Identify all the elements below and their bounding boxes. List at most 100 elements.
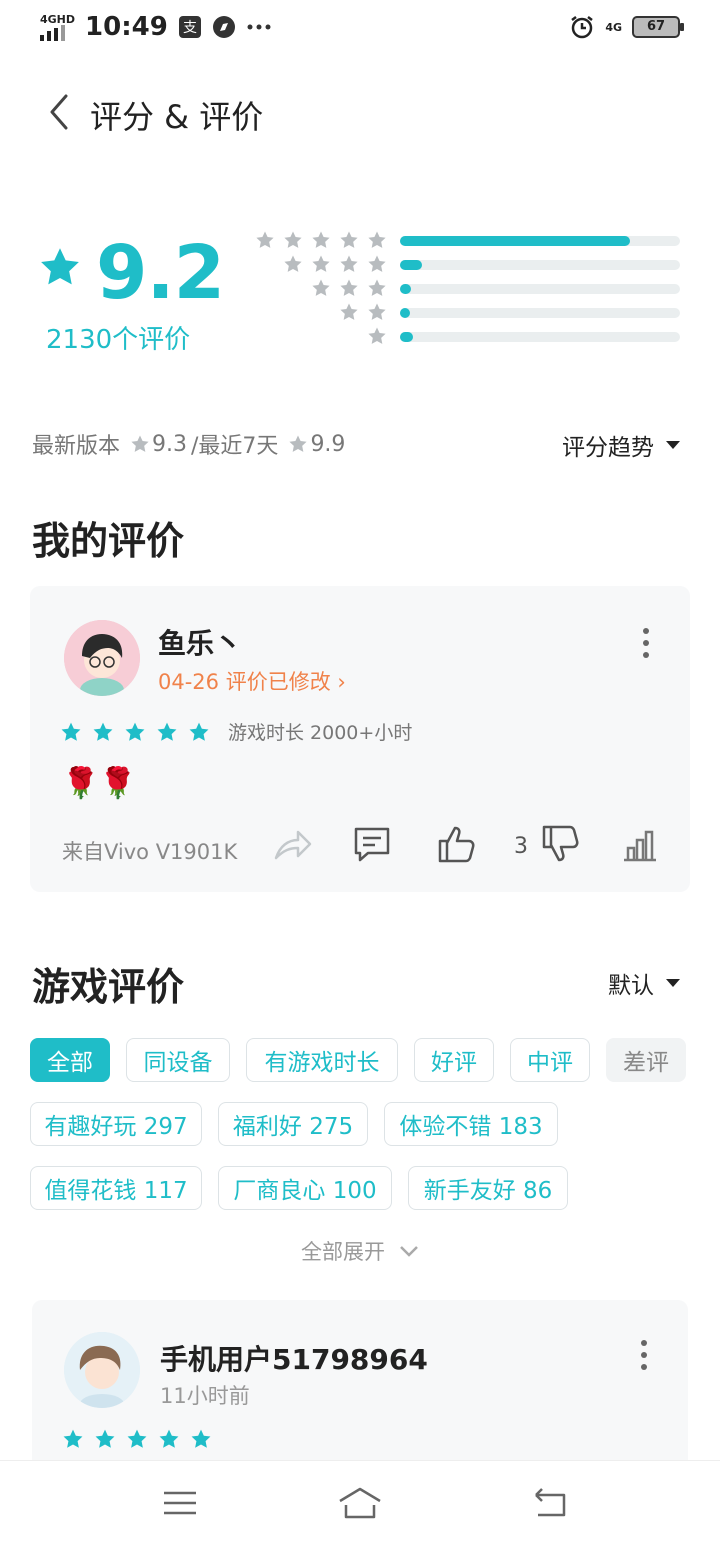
my-review-title: 我的评价 [32,519,185,563]
network-4g: 4G [605,20,622,34]
filter-tag[interactable]: 差评 [606,1038,686,1082]
thumbs-down-icon[interactable] [540,824,580,864]
star-icon [338,254,360,274]
distribution-row-1-star [250,324,680,348]
review-date-status-text: 04-26 评价已修改 [158,670,331,694]
caret-down-icon [666,441,680,449]
latest-version-label: 最新版本 [32,434,121,459]
top-bar: 评分 & 评价 [0,80,720,144]
star-icon [254,230,276,250]
avatar[interactable] [64,1332,140,1408]
caret-down-icon [666,979,680,987]
distribution-bar-track [400,236,680,246]
star-icon [366,302,388,322]
star-icon [366,254,388,274]
filter-tag[interactable]: 厂商良心 100 [218,1166,392,1210]
username[interactable]: 鱼乐丶 [158,622,242,662]
distribution-bar-track [400,260,680,270]
score-value: 9.2 [96,230,225,316]
star-icon [288,434,308,454]
star-icon [158,1428,180,1450]
signal-icon: 4GHD [40,14,75,41]
filter-tag[interactable]: 体验不错 183 [384,1102,558,1146]
distribution-bar-track [400,284,680,294]
comment-icon[interactable] [352,824,392,864]
share-icon[interactable] [272,824,312,864]
chart-icon[interactable] [620,824,660,864]
expand-all-button[interactable]: 全部展开 [0,1236,720,1266]
svg-text:支: 支 [183,20,197,36]
distribution-stars [282,254,388,274]
distribution-stars [338,302,388,322]
review-date-status[interactable]: 04-26 评价已修改 › [158,666,346,696]
menu-icon[interactable] [160,1483,200,1523]
filter-tag[interactable]: 全部 [30,1038,110,1082]
star-icon [94,1428,116,1450]
network-type: 4GHD [40,12,76,26]
star-icon [62,1428,84,1450]
star-icon [310,254,332,274]
trend-label: 评分趋势 [562,435,654,461]
clock: 10:49 [85,12,168,42]
play-time: 游戏时长 2000+小时 [228,722,413,744]
star-icon [188,721,210,743]
avatar[interactable] [64,620,140,696]
distribution-row-4-star [250,252,680,276]
my-review-card: 鱼乐丶 04-26 评价已修改 › 游戏时长 2000+小时 🌹🌹 来自Vivo… [30,586,690,892]
filter-tag[interactable]: 新手友好 86 [408,1166,568,1210]
review-content: 🌹🌹 [62,766,137,801]
more-dots-icon [247,24,271,30]
filter-tag[interactable]: 好评 [414,1038,494,1082]
distribution-bar-fill [400,260,423,270]
filter-tag[interactable]: 有游戏时长 [246,1038,398,1082]
battery-level: 67 [646,19,666,34]
distribution-stars [310,278,388,298]
status-bar: 4GHD 10:49 支 4G 67 [0,0,720,56]
my-review-stars: 游戏时长 2000+小时 [60,718,412,745]
username[interactable]: 手机用户51798964 [160,1338,428,1378]
compass-icon [212,16,235,38]
filter-tag[interactable]: 值得花钱 117 [30,1166,202,1210]
star-icon [156,721,178,743]
star-icon [366,278,388,298]
star-icon [338,302,360,322]
more-options-icon[interactable] [638,1340,650,1370]
star-icon [190,1428,212,1450]
star-icon [130,434,150,454]
star-icon [338,278,360,298]
star-icon [92,721,114,743]
distribution-row-2-star [250,300,680,324]
filter-tag[interactable]: 福利好 275 [218,1102,368,1146]
home-icon[interactable] [336,1483,384,1523]
sort-dropdown[interactable]: 默认 [608,966,680,1000]
back-nav-icon[interactable] [528,1483,568,1523]
star-icon [338,230,360,250]
star-icon [60,721,82,743]
distribution-row-3-star [250,276,680,300]
star-icon [282,230,304,250]
distribution-bar-fill [400,284,412,294]
device-label: 来自Vivo V1901K [62,840,238,864]
filter-tag[interactable]: 中评 [510,1038,590,1082]
distribution-bar-track [400,308,680,318]
alipay-icon: 支 [178,16,201,38]
like-count: 3 [514,834,528,859]
chevron-down-icon [400,1246,418,1257]
star-icon [126,1428,148,1450]
rating-trend-dropdown[interactable]: 评分趋势 [562,428,680,462]
version-score-row: 最新版本 9.3 /最近7天 9.9 评分趋势 [32,424,688,464]
chevron-left-icon[interactable] [40,90,80,134]
more-options-icon[interactable] [640,628,652,658]
distribution-row-5-star [250,228,680,252]
distribution-bar-fill [400,308,410,318]
filter-tag[interactable]: 同设备 [126,1038,230,1082]
star-icon [282,254,304,274]
review-actions: 来自Vivo V1901K 3 [62,824,662,874]
filter-tag[interactable]: 有趣好玩 297 [30,1102,202,1146]
star-icon [366,326,388,346]
sort-label: 默认 [608,973,654,999]
recent-score: 9.9 [310,431,346,457]
thumbs-up-icon[interactable] [436,824,476,864]
star-icon [310,278,332,298]
recent-label: /最近7天 [191,434,279,459]
